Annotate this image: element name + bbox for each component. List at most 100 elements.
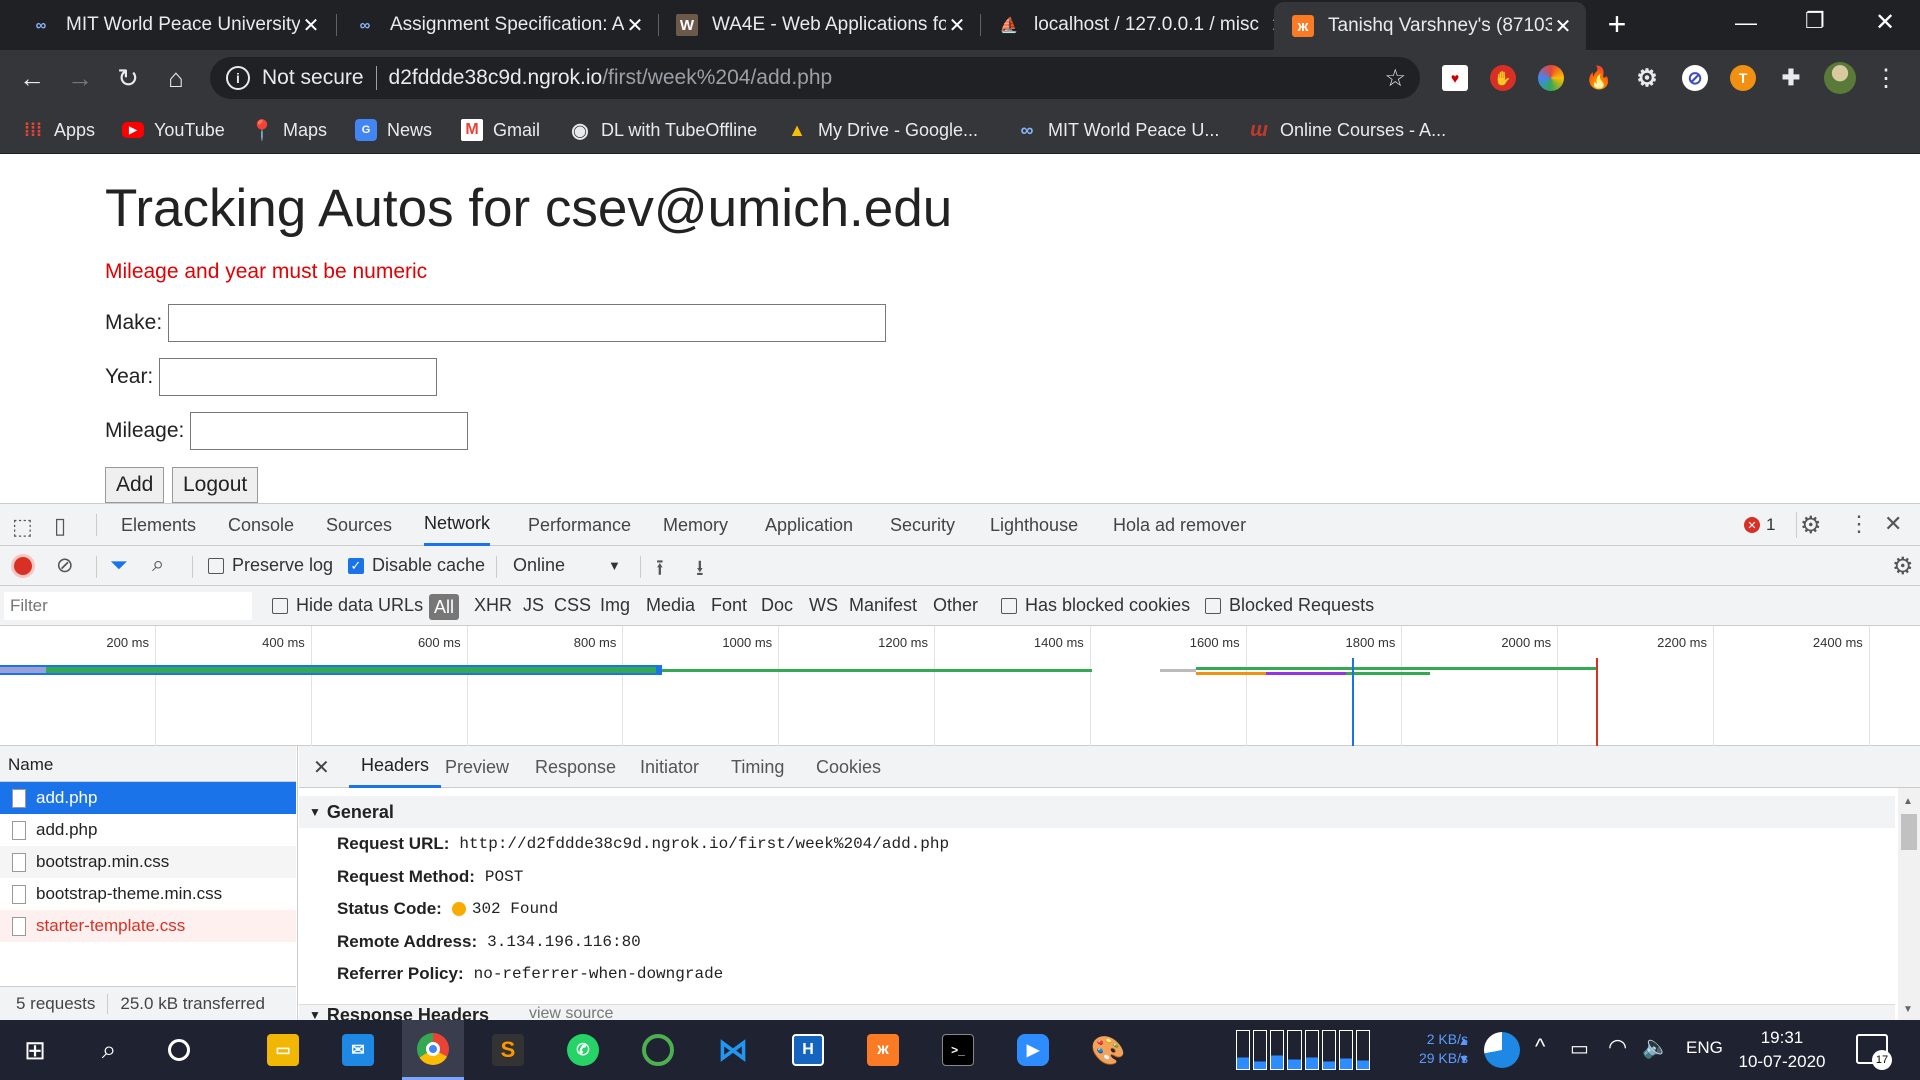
cortana-icon[interactable] (148, 1020, 210, 1080)
request-row[interactable]: add.php (0, 782, 296, 814)
battery-icon[interactable]: ▭ (1570, 1036, 1589, 1061)
close-detail-icon[interactable]: ✕ (313, 755, 330, 780)
clear-icon[interactable]: ⊘ (56, 553, 74, 578)
tab-application[interactable]: Application (765, 504, 853, 546)
request-row[interactable]: starter-template.css (0, 910, 296, 942)
cycle-app-icon[interactable] (627, 1020, 689, 1080)
colorful-extension-icon[interactable] (1538, 65, 1564, 91)
tab-response[interactable]: Response (535, 746, 616, 788)
back-arrow-icon[interactable]: ← (16, 62, 48, 94)
tab-console[interactable]: Console (228, 504, 294, 546)
tab-elements[interactable]: Elements (121, 504, 196, 546)
clock[interactable]: 19:31 10-07-2020 (1736, 1026, 1828, 1074)
search-icon[interactable]: ⌕ (152, 551, 164, 577)
make-input[interactable] (168, 304, 887, 342)
bookmark-mit[interactable]: ∞ MIT World Peace U... (1016, 118, 1220, 142)
type-filter-font[interactable]: Font (711, 595, 747, 616)
tab-security[interactable]: Security (890, 504, 955, 546)
minimize-button[interactable]: — (1735, 10, 1757, 36)
bookmark-online-courses[interactable]: ɯ Online Courses - A... (1248, 118, 1446, 142)
type-filter-xhr[interactable]: XHR (474, 595, 512, 616)
puzzle-extensions-icon[interactable]: ✚ (1778, 65, 1804, 91)
zoom-icon[interactable]: ▶ (1002, 1020, 1064, 1080)
vscode-icon[interactable]: ⋈ (702, 1020, 764, 1080)
close-tab-icon[interactable]: ✕ (946, 13, 968, 38)
tab-hola-ad-remover[interactable]: Hola ad remover (1113, 504, 1246, 546)
security-label[interactable]: Not secure (262, 66, 364, 90)
chrome-icon[interactable] (402, 1020, 464, 1080)
detail-scrollbar[interactable]: ▲ ▼ (1898, 788, 1920, 1021)
menu-kebab-icon[interactable]: ⋮ (1870, 62, 1902, 94)
tab-network[interactable]: Network (424, 504, 491, 546)
settings-gear-icon[interactable]: ⚙ (1800, 511, 1822, 540)
tab-memory[interactable]: Memory (663, 504, 728, 546)
whatsapp-icon[interactable]: ✆ (552, 1020, 614, 1080)
type-filter-media[interactable]: Media (646, 595, 695, 616)
type-filter-all[interactable]: All (429, 594, 460, 620)
address-bar[interactable]: i Not secure d2fddde38c9d.ngrok.io/first… (210, 57, 1420, 99)
type-filter-ws[interactable]: WS (809, 595, 838, 616)
file-explorer-icon[interactable]: ▭ (252, 1020, 314, 1080)
app-h-icon[interactable]: H (777, 1020, 839, 1080)
browser-tab-assignment[interactable]: ∞ Assignment Specification: A ✕ (336, 0, 658, 50)
network-timeline-overview[interactable]: 200 ms 400 ms 600 ms 800 ms 1000 ms 1200 ms 14… (0, 626, 1920, 746)
export-har-icon[interactable]: ⭳ (696, 551, 704, 589)
bookmark-news[interactable]: G News (355, 118, 432, 142)
bookmark-gmail[interactable]: M Gmail (461, 118, 540, 142)
type-filter-js[interactable]: JS (523, 595, 544, 616)
type-filter-css[interactable]: CSS (554, 595, 591, 616)
disable-cache-checkbox[interactable]: ✓ Disable cache (348, 555, 485, 576)
paint-icon[interactable]: 🎨 (1077, 1020, 1139, 1080)
import-har-icon[interactable]: ⭱ (656, 551, 664, 589)
throttle-select[interactable]: Online ▼ (513, 555, 621, 576)
new-tab-button[interactable]: + (1600, 8, 1634, 42)
restore-button[interactable]: ❐ (1805, 8, 1825, 34)
add-button[interactable]: Add (105, 467, 165, 503)
preserve-log-checkbox[interactable]: Preserve log (208, 555, 333, 576)
bookmark-google-drive[interactable]: ▲ My Drive - Google... (786, 118, 978, 142)
browser-tab-xampp-active[interactable]: ж Tanishq Varshney's (871035 ✕ (1274, 2, 1586, 50)
browser-tab-mit[interactable]: ∞ MIT World Peace University ✕ (12, 0, 334, 50)
mileage-input[interactable] (190, 412, 469, 450)
block-extension-icon[interactable]: ⊘ (1682, 65, 1708, 91)
year-input[interactable] (159, 358, 438, 396)
info-icon[interactable]: i (226, 66, 250, 90)
pocket-extension-icon[interactable]: ♥ (1442, 65, 1468, 91)
url-host[interactable]: d2fddde38c9d.ngrok.io (389, 66, 603, 90)
hide-data-urls-checkbox[interactable]: Hide data URLs (272, 595, 423, 616)
fire-extension-icon[interactable]: 🔥 (1585, 65, 1612, 91)
bookmark-apps[interactable]: ⁞⁞⁞ Apps (22, 118, 95, 142)
type-filter-other[interactable]: Other (933, 595, 978, 616)
terminal-icon[interactable]: >_ (927, 1020, 989, 1080)
browser-tab-phpmyadmin[interactable]: ⛵ localhost / 127.0.0.1 / misc ✕ (980, 0, 1302, 50)
show-hidden-icons-chevron-icon[interactable]: ^ (1535, 1034, 1545, 1060)
record-icon[interactable] (14, 557, 32, 575)
device-toolbar-icon[interactable]: ▯ (54, 513, 66, 539)
bookmark-tubeoffline[interactable]: ◉ DL with TubeOffline (569, 118, 757, 142)
bookmark-maps[interactable]: 📍 Maps (250, 118, 327, 142)
close-tab-icon[interactable]: ✕ (300, 13, 322, 38)
request-row[interactable]: bootstrap.min.css (0, 846, 296, 878)
wifi-icon[interactable]: ◠ (1608, 1034, 1627, 1060)
tab-initiator[interactable]: Initiator (640, 746, 699, 788)
star-icon[interactable]: ☆ (1384, 64, 1406, 93)
tab-headers[interactable]: Headers (349, 746, 442, 788)
tab-performance[interactable]: Performance (528, 504, 631, 546)
close-tab-icon[interactable]: ✕ (624, 13, 646, 38)
network-settings-gear-icon[interactable]: ⚙ (1892, 552, 1914, 581)
adblock-extension-icon[interactable]: ✋ (1490, 65, 1516, 91)
tab-timing[interactable]: Timing (731, 746, 784, 788)
type-filter-doc[interactable]: Doc (761, 595, 793, 616)
forward-arrow-icon[interactable]: → (64, 62, 96, 94)
inspect-element-icon[interactable]: ⬚ (12, 514, 33, 540)
devtools-menu-icon[interactable]: ⋮ (1848, 511, 1870, 537)
close-tab-icon[interactable]: ✕ (1552, 14, 1574, 39)
tab-sources[interactable]: Sources (326, 504, 392, 546)
name-column-header[interactable]: Name (0, 746, 296, 782)
tab-cookies[interactable]: Cookies (816, 746, 881, 788)
filter-funnel-icon[interactable]: ⏷ (110, 552, 128, 578)
home-icon[interactable]: ⌂ (160, 62, 192, 94)
request-row[interactable]: bootstrap-theme.min.css (0, 878, 296, 910)
sublime-text-icon[interactable]: S (477, 1020, 539, 1080)
request-row[interactable]: add.php (0, 814, 296, 846)
